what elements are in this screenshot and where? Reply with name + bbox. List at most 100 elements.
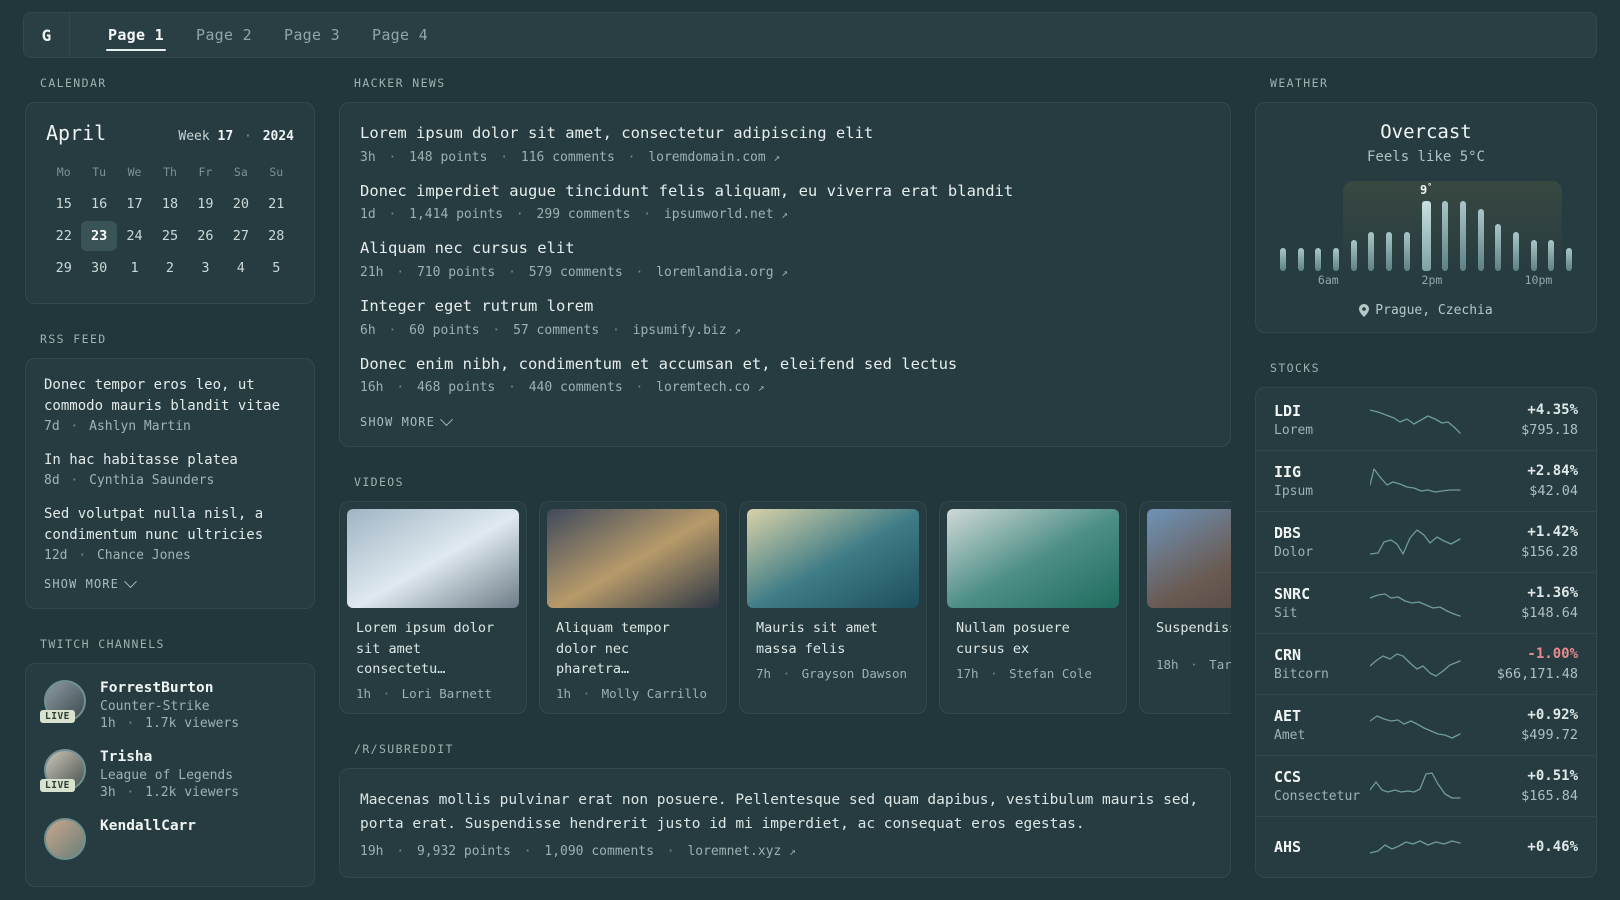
stock-sparkline-wrap xyxy=(1366,707,1468,743)
calendar-day[interactable]: 26 xyxy=(188,221,223,251)
hn-item[interactable]: Lorem ipsum dolor sit amet, consectetur … xyxy=(360,123,1210,165)
rss-item[interactable]: Donec tempor eros leo, ut commodo mauris… xyxy=(44,375,296,434)
rss-item[interactable]: In hac habitasse platea 8d · Cynthia Sau… xyxy=(44,450,296,488)
calendar-day[interactable]: 15 xyxy=(46,189,81,219)
meta-dot: · xyxy=(1190,657,1198,673)
calendar-day[interactable]: 25 xyxy=(152,221,187,251)
rss-item-meta: 7d · Ashlyn Martin xyxy=(44,419,296,434)
subreddit-section-title: /R/SUBREDDIT xyxy=(354,742,454,757)
video-title: Mauris sit amet massa felis xyxy=(756,620,878,657)
hn-item[interactable]: Aliquam nec cursus elit 21h · 710 points… xyxy=(360,238,1210,280)
meta-dot: · xyxy=(508,380,516,396)
avatar xyxy=(44,818,86,860)
calendar-day[interactable]: 21 xyxy=(259,189,294,219)
stock-symbol: LDI xyxy=(1274,402,1302,420)
video-card[interactable]: Mauris sit amet massa felis 7h · Grayson… xyxy=(739,501,927,715)
calendar-day[interactable]: 20 xyxy=(223,189,258,219)
hn-show-more-button[interactable]: SHOW MORE xyxy=(360,413,453,429)
calendar-day[interactable]: 2 xyxy=(152,253,187,283)
tab-page-2[interactable]: Page 2 xyxy=(180,13,268,57)
video-card[interactable]: Suspendisse diam 18h · Tara xyxy=(1139,501,1231,715)
top-navigation-bar: G Page 1 Page 2 Page 3 Page 4 xyxy=(23,12,1597,58)
calendar-day[interactable]: 18 xyxy=(152,189,187,219)
calendar-day[interactable]: 23 xyxy=(81,221,117,251)
stock-row[interactable]: IIG Ipsum +2.84% $42.04 xyxy=(1256,451,1596,512)
weather-condition: Overcast xyxy=(1380,121,1472,143)
rss-show-more-button[interactable]: SHOW MORE xyxy=(44,574,137,591)
twitch-channel-row[interactable]: LIVE Trisha League of Legends 3h · 1.2k … xyxy=(40,749,296,800)
stock-row[interactable]: CRN Bitcorn -1.00% $66,171.48 xyxy=(1256,634,1596,695)
weather-bar xyxy=(1512,232,1519,271)
stock-name: Lorem xyxy=(1274,423,1314,438)
sparkline-chart xyxy=(1370,840,1461,854)
calendar-day[interactable]: 16 xyxy=(81,189,116,219)
video-author: Molly Carrillo xyxy=(601,686,708,702)
twitch-channel-info: KendallCarr xyxy=(100,818,196,860)
hn-item[interactable]: Donec enim nibh, condimentum et accumsan… xyxy=(360,354,1210,396)
calendar-dow: Sa xyxy=(233,165,248,179)
subreddit-domain-link[interactable]: loremnet.xyz xyxy=(687,844,781,859)
stock-row[interactable]: CCS Consectetur +0.51% $165.84 xyxy=(1256,756,1596,817)
external-link-icon: ↗ xyxy=(773,150,781,164)
stock-sparkline-wrap xyxy=(1366,646,1468,682)
rss-item[interactable]: Sed volutpat nulla nisl, a condimentum n… xyxy=(44,504,296,563)
hn-domain-link[interactable]: loremlandia.org xyxy=(656,265,773,280)
hn-item[interactable]: Donec imperdiet augue tincidunt felis al… xyxy=(360,181,1210,223)
tab-page-3[interactable]: Page 3 xyxy=(268,13,356,57)
rss-item-age: 8d xyxy=(44,473,60,488)
video-card[interactable]: Aliquam tempor dolor nec pharetra… 1h · … xyxy=(539,501,727,715)
calendar-day[interactable]: 19 xyxy=(188,189,223,219)
video-meta: 17h · Stefan Cole xyxy=(947,659,1119,681)
twitch-channel-name: KendallCarr xyxy=(100,818,197,834)
rss-item-age: 12d xyxy=(44,548,68,563)
hn-domain-link[interactable]: loremdomain.com xyxy=(648,150,765,165)
stock-row[interactable]: AHS +0.46% xyxy=(1256,817,1596,877)
calendar-week-label: Week 17 · 2024 xyxy=(178,129,294,144)
twitch-channel-row[interactable]: KendallCarr xyxy=(44,818,296,860)
hn-domain-link[interactable]: ipsumify.biz xyxy=(633,323,727,338)
stock-identity: IIG Ipsum xyxy=(1274,463,1360,499)
hn-points: 60 points xyxy=(409,322,480,338)
twitch-channel-row[interactable]: LIVE ForrestBurton Counter-Strike 1h · 1… xyxy=(40,680,296,731)
calendar-day[interactable]: 24 xyxy=(117,221,152,251)
weather-tick-label: 10pm xyxy=(1524,273,1553,287)
calendar-day[interactable]: 28 xyxy=(259,221,294,251)
calendar-day[interactable]: 3 xyxy=(188,253,223,283)
app-logo[interactable]: G xyxy=(24,13,70,57)
right-sidebar: WEATHER Overcast Feels like 5°C 9° 6am 2p… xyxy=(1255,76,1597,878)
calendar-day[interactable]: 1 xyxy=(117,253,152,283)
hn-age: 1d xyxy=(360,207,376,223)
stock-row[interactable]: DBS Dolor +1.42% $156.28 xyxy=(1256,512,1596,573)
calendar-day[interactable]: 29 xyxy=(46,253,81,283)
twitch-viewers: 1.7k viewers xyxy=(145,716,240,731)
hn-domain-link[interactable]: loremtech.co xyxy=(656,380,750,395)
hn-domain-link[interactable]: ipsumworld.net xyxy=(664,207,774,222)
stock-row[interactable]: AET Amet +0.92% $499.72 xyxy=(1256,695,1596,756)
twitch-channel-game: Counter-Strike xyxy=(100,699,210,714)
stock-row[interactable]: SNRC Sit +1.36% $148.64 xyxy=(1256,573,1596,634)
calendar-day[interactable]: 17 xyxy=(117,189,152,219)
tab-page-1[interactable]: Page 1 xyxy=(92,13,180,57)
stock-change-percent: +2.84% xyxy=(1527,463,1578,479)
subreddit-widget: Maecenas mollis pulvinar erat non posuer… xyxy=(339,768,1231,879)
weather-location-label: Prague, Czechia xyxy=(1375,303,1493,318)
live-badge: LIVE xyxy=(40,779,75,792)
video-author: Grayson Dawson xyxy=(801,665,908,681)
tab-page-4[interactable]: Page 4 xyxy=(356,13,444,57)
calendar-day[interactable]: 30 xyxy=(81,253,116,283)
weather-bar xyxy=(1566,248,1572,271)
calendar-day[interactable]: 5 xyxy=(259,253,294,283)
videos-carousel[interactable]: Lorem ipsum dolor sit amet consectetu… 1… xyxy=(339,501,1231,715)
calendar-day[interactable]: 4 xyxy=(223,253,258,283)
calendar-day[interactable]: 22 xyxy=(46,221,81,251)
calendar-day[interactable]: 27 xyxy=(223,221,258,251)
meta-dot: · xyxy=(70,473,79,488)
stock-row[interactable]: LDI Lorem +4.35% $795.18 xyxy=(1256,390,1596,451)
video-card[interactable]: Nullam posuere cursus ex 17h · Stefan Co… xyxy=(939,501,1127,715)
meta-dot: · xyxy=(782,665,791,681)
hn-item[interactable]: Integer eget rutrum lorem 6h · 60 points… xyxy=(360,296,1210,338)
video-card[interactable]: Lorem ipsum dolor sit amet consectetu… 1… xyxy=(339,501,527,715)
stock-sparkline-wrap xyxy=(1366,402,1468,438)
video-title: Lorem ipsum dolor sit amet consectetu… xyxy=(356,620,495,677)
weather-bar xyxy=(1421,201,1431,271)
